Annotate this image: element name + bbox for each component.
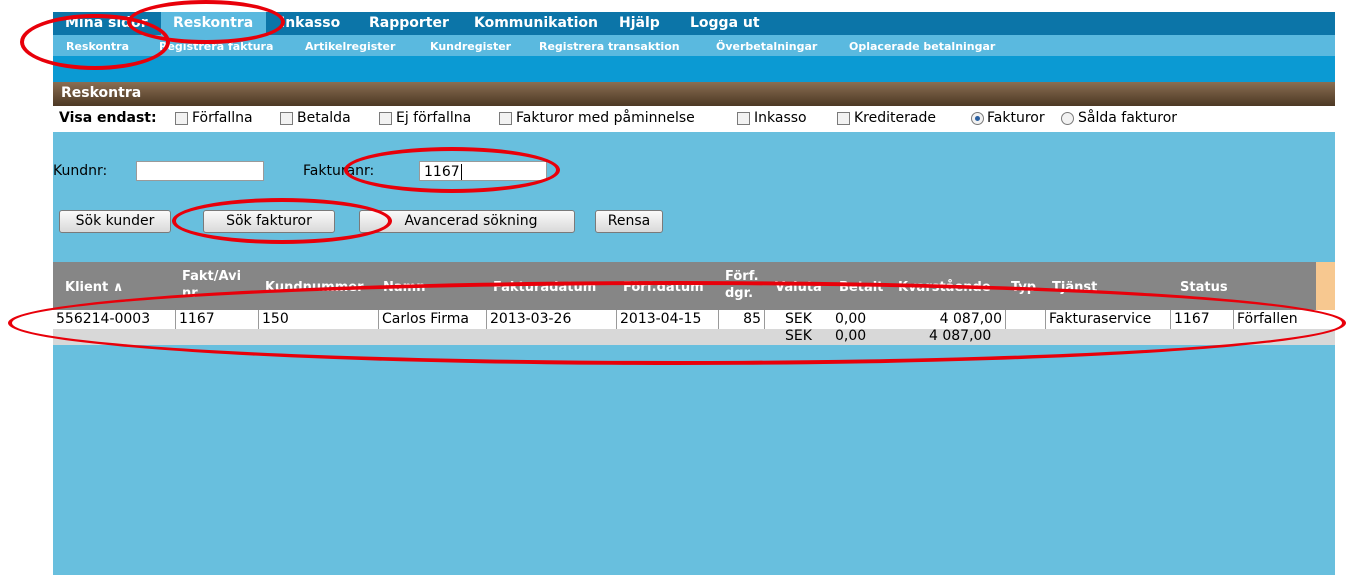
col-header-forf-dgr-line1: Förf. xyxy=(725,269,759,284)
cell-betalt: 0,00 xyxy=(835,311,867,327)
cell-kundnummer: 150 xyxy=(259,310,379,329)
cell-forf-dgr: 85 xyxy=(719,310,765,329)
col-header-forfdatum[interactable]: Förf.datum xyxy=(623,279,704,296)
sub-nav-artikelregister[interactable]: Artikelregister xyxy=(305,40,395,53)
col-header-klient-label: Klient xyxy=(65,280,109,295)
sub-nav: Reskontra Registrera faktura Artikelregi… xyxy=(53,35,1335,56)
col-header-kundnummer[interactable]: Kundnummer xyxy=(265,279,364,296)
app-window: Mina sidor Reskontra Inkasso Rapporter K… xyxy=(53,12,1335,575)
search-customers-button[interactable]: Sök kunder xyxy=(59,210,171,233)
fakturanr-input[interactable]: 1167 xyxy=(419,161,547,181)
summary-kvarstaende: 4 087,00 xyxy=(929,328,992,344)
table-row[interactable]: 556214-0003 1167 150 Carlos Firma 2013-0… xyxy=(53,310,1335,329)
col-header-fakturadatum[interactable]: Fakturadatum xyxy=(493,279,596,296)
checkbox-label-inkasso: Inkasso xyxy=(754,110,807,126)
radio-label-fakturor: Fakturor xyxy=(987,110,1045,126)
checkbox-fakturor-med-paminnelse[interactable] xyxy=(499,112,512,125)
sort-asc-icon: ∧ xyxy=(112,280,124,295)
col-header-forf-dgr-line2: dgr. xyxy=(725,286,754,301)
col-header-betalt[interactable]: Betalt xyxy=(839,279,883,296)
col-header-kvarstaende[interactable]: Kvarstående xyxy=(898,279,991,296)
col-header-namn[interactable]: Namn xyxy=(383,279,425,296)
top-nav-mina-sidor[interactable]: Mina sidor xyxy=(65,15,148,31)
col-header-typ[interactable]: Typ xyxy=(1011,279,1036,296)
kundnr-label: Kundnr: xyxy=(53,163,108,179)
summary-valuta: SEK xyxy=(785,328,812,344)
clear-button[interactable]: Rensa xyxy=(595,210,663,233)
top-nav-logga-ut[interactable]: Logga ut xyxy=(690,15,760,31)
cell-fakt: 1167 xyxy=(176,310,259,329)
sub-nav-registrera-transaktion[interactable]: Registrera transaktion xyxy=(539,40,680,53)
col-header-klient[interactable]: Klient ∧ xyxy=(65,279,123,296)
col-header-fakt-line1: Fakt/Avi xyxy=(182,269,242,284)
top-nav-kommunikation[interactable]: Kommunikation xyxy=(474,15,598,31)
checkbox-betalda[interactable] xyxy=(280,112,293,125)
checkbox-label-krediterade: Krediterade xyxy=(854,110,936,126)
sub-nav-reskontra[interactable]: Reskontra xyxy=(66,40,129,53)
cell-klient: 556214-0003 xyxy=(53,310,176,329)
cell-fakturadatum: 2013-03-26 xyxy=(487,310,617,329)
checkbox-label-forfallna: Förfallna xyxy=(192,110,253,126)
cell-typ xyxy=(1006,310,1046,329)
search-invoices-button[interactable]: Sök fakturor xyxy=(203,210,335,233)
cell-forfdatum: 2013-04-15 xyxy=(617,310,719,329)
top-nav-reskontra[interactable]: Reskontra xyxy=(173,15,253,31)
checkbox-label-ej-forfallna: Ej förfallna xyxy=(396,110,472,126)
col-header-valuta[interactable]: Valuta xyxy=(775,279,822,296)
cell-valuta: SEK xyxy=(785,311,812,327)
col-header-forf-dgr[interactable]: Förf. dgr. xyxy=(725,268,759,302)
filter-label: Visa endast: xyxy=(59,110,157,126)
checkbox-krediterade[interactable] xyxy=(837,112,850,125)
radio-salda-fakturor[interactable] xyxy=(1061,112,1074,125)
sub-nav-overbetalningar[interactable]: Överbetalningar xyxy=(716,40,817,53)
summary-betalt: 0,00 xyxy=(835,328,867,344)
col-header-fakt-avi[interactable]: Fakt/Avi nr xyxy=(182,268,241,302)
table-header-edge xyxy=(1316,262,1335,310)
checkbox-label-betalda: Betalda xyxy=(297,110,351,126)
text-cursor xyxy=(460,164,462,180)
col-header-tjanst[interactable]: Tjänst xyxy=(1052,279,1097,296)
cell-kvarstaende: 4 087,00 xyxy=(886,310,1006,329)
cell-status: Förfallen xyxy=(1237,311,1298,327)
radio-fakturor[interactable] xyxy=(971,112,984,125)
top-nav: Mina sidor Reskontra Inkasso Rapporter K… xyxy=(53,12,1335,35)
checkbox-ej-forfallna[interactable] xyxy=(379,112,392,125)
sub-nav-kundregister[interactable]: Kundregister xyxy=(430,40,511,53)
advanced-search-button[interactable]: Avancerad sökning xyxy=(359,210,575,233)
fakturanr-label: Fakturanr: xyxy=(303,163,375,179)
filter-bar: Visa endast: Förfallna Betalda Ej förfal… xyxy=(53,106,1335,132)
table-header: Klient ∧ Fakt/Avi nr Kundnummer Namn Fakt… xyxy=(53,262,1316,310)
checkbox-forfallna[interactable] xyxy=(175,112,188,125)
kundnr-input[interactable] xyxy=(136,161,264,181)
fakturanr-value: 1167 xyxy=(424,164,460,180)
sub-nav-oplacerade-betalningar[interactable]: Oplacerade betalningar xyxy=(849,40,995,53)
col-header-status[interactable]: Status xyxy=(1180,279,1228,296)
cell-tjanst: Fakturaservice xyxy=(1046,310,1171,329)
col-header-fakt-line2: nr xyxy=(182,286,198,301)
sub-nav-registrera-faktura[interactable]: Registrera faktura xyxy=(159,40,273,53)
section-header: Reskontra xyxy=(53,82,1335,106)
top-nav-inkasso[interactable]: Inkasso xyxy=(280,15,340,31)
cell-extra: 1167 xyxy=(1171,310,1234,329)
table-summary-row: SEK 0,00 4 087,00 xyxy=(53,329,1335,345)
cell-namn: Carlos Firma xyxy=(379,310,487,329)
top-nav-rapporter[interactable]: Rapporter xyxy=(369,15,449,31)
radio-label-salda-fakturor: Sålda fakturor xyxy=(1078,110,1178,126)
section-title: Reskontra xyxy=(61,85,142,101)
top-nav-hjalp[interactable]: Hjälp xyxy=(619,15,660,31)
checkbox-inkasso[interactable] xyxy=(737,112,750,125)
header-band xyxy=(53,56,1335,82)
checkbox-label-fakturor-med-paminnelse: Fakturor med påminnelse xyxy=(516,110,695,126)
